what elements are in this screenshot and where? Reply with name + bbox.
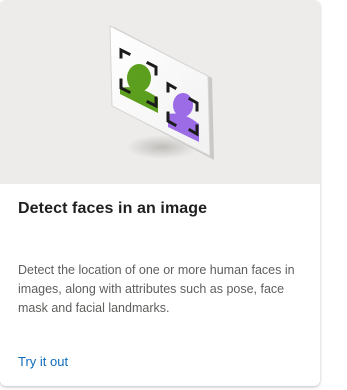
try-it-out-link[interactable]: Try it out [18,354,68,370]
face-detection-illustration-icon [109,25,214,160]
card-hero [0,0,320,184]
card-description: Detect the location of one or more human… [18,263,295,315]
face-detection-card[interactable]: Detect faces in an image Detect the loca… [0,0,320,386]
card-title: Detect faces in an image [18,200,208,217]
